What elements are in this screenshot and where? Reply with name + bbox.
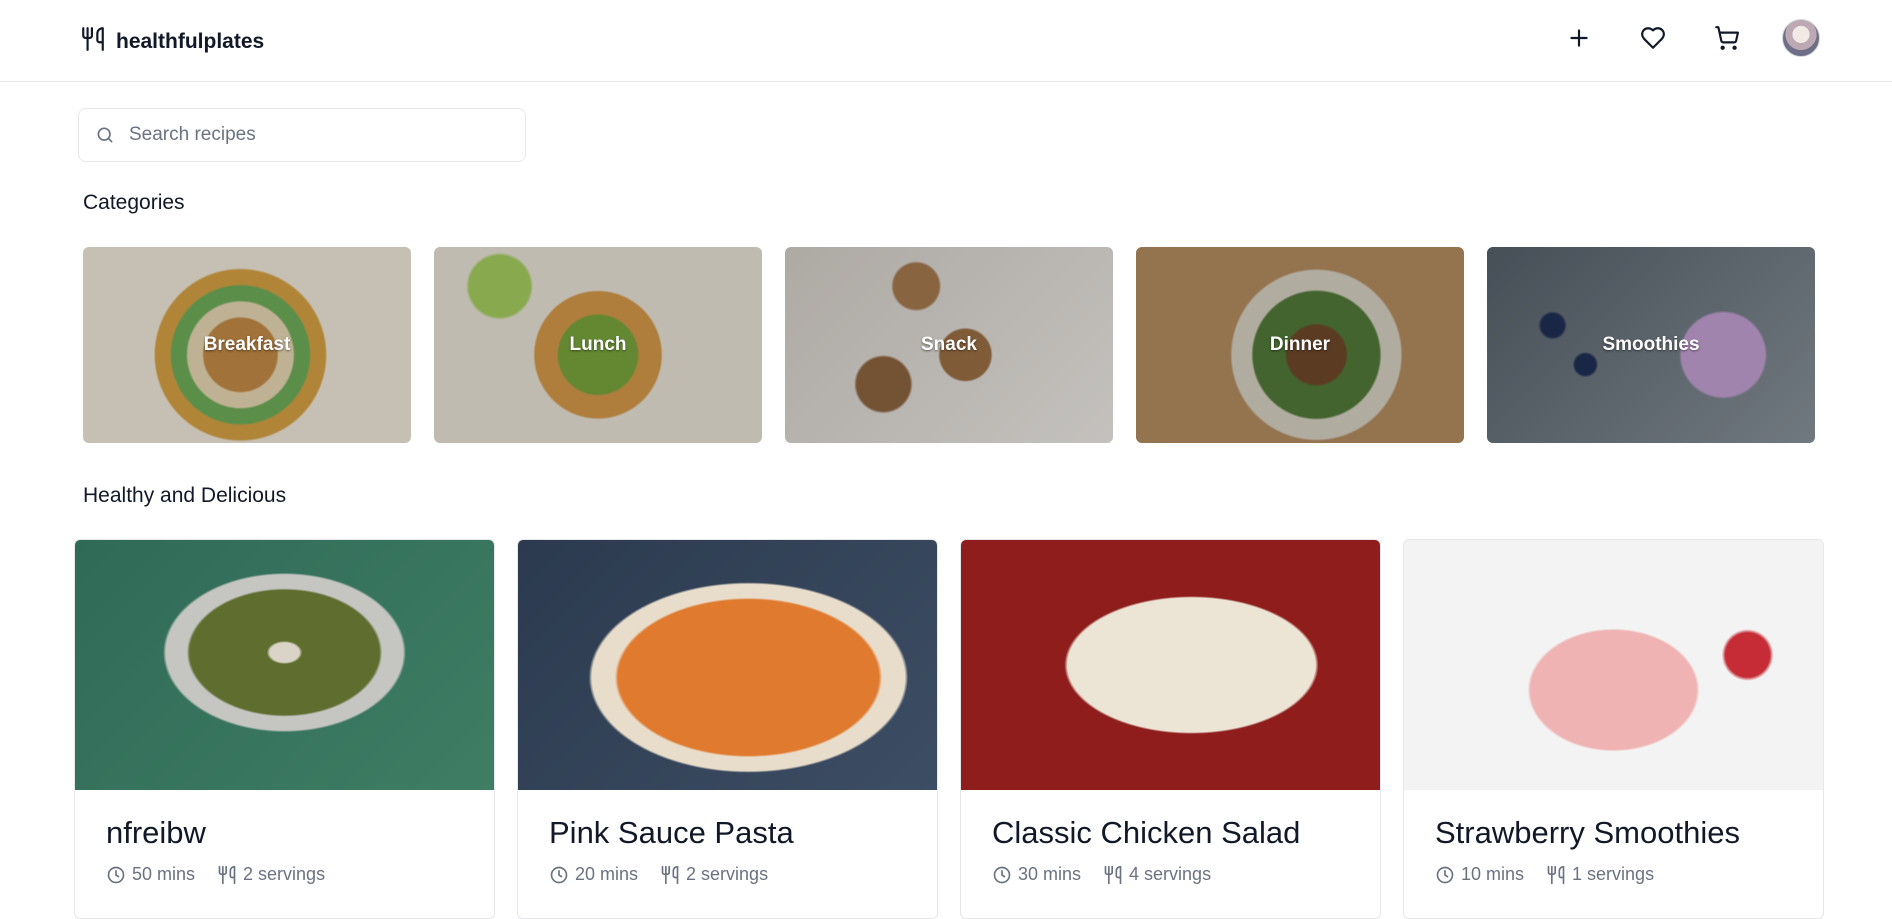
recipe-card[interactable]: nfreibw 50 mins 2 servings (74, 539, 495, 919)
recipe-title: Strawberry Smoothies (1435, 815, 1740, 850)
utensils-icon (1104, 865, 1122, 884)
recipe-time: 20 mins (575, 864, 639, 885)
recipe-servings: 2 servings (686, 864, 769, 885)
plus-icon (1570, 29, 1588, 47)
recipe-image (75, 540, 494, 790)
recipe-card[interactable]: Strawberry Smoothies 10 mins 1 servings (1403, 539, 1824, 919)
recipe-title: nfreibw (106, 815, 206, 850)
clock-icon (550, 866, 568, 883)
category-label: Breakfast (203, 334, 291, 355)
recipe-image (961, 540, 1380, 790)
cart-button[interactable] (1708, 19, 1746, 57)
recipe-servings: 2 servings (243, 864, 326, 885)
recipe-servings: 4 servings (1129, 864, 1212, 885)
recipe-title: Classic Chicken Salad (992, 815, 1301, 850)
clock-icon (993, 866, 1011, 883)
brand-name: healthfulplates (116, 29, 265, 53)
category-label: Snack (921, 334, 977, 355)
recipe-list: nfreibw 50 mins 2 servings Pink Sauce Pa… (74, 539, 1824, 919)
recipe-time: 10 mins (1461, 864, 1525, 885)
utensils-icon (1547, 865, 1565, 884)
categories-list: Breakfast Lunch Snack Dinner Smoothies (83, 247, 1815, 443)
heart-icon (1641, 27, 1665, 49)
category-label: Smoothies (1602, 334, 1700, 355)
recipe-servings: 1 servings (1572, 864, 1655, 885)
category-card-snack[interactable]: Snack (785, 247, 1113, 443)
recipe-time: 30 mins (1018, 864, 1082, 885)
clock-icon (1436, 866, 1454, 883)
brand-logo-link[interactable]: healthfulplates (80, 26, 264, 57)
search-box (78, 108, 526, 162)
category-card-lunch[interactable]: Lunch (434, 247, 762, 443)
add-recipe-button[interactable] (1560, 19, 1598, 57)
search-input[interactable] (129, 124, 489, 146)
utensils-icon (661, 865, 679, 884)
recipe-title: Pink Sauce Pasta (549, 815, 794, 850)
category-label: Lunch (569, 334, 627, 355)
category-label: Dinner (1269, 334, 1331, 355)
header-actions (1560, 19, 1820, 57)
top-navbar: healthfulplates (0, 0, 1892, 82)
category-card-breakfast[interactable]: Breakfast (83, 247, 411, 443)
cart-icon (1715, 26, 1740, 50)
category-card-smoothies[interactable]: Smoothies (1487, 247, 1815, 443)
favorites-button[interactable] (1634, 19, 1672, 57)
user-avatar[interactable] (1782, 19, 1820, 57)
recipe-card[interactable]: Pink Sauce Pasta 20 mins 2 servings (517, 539, 938, 919)
clock-icon (107, 866, 125, 883)
recipes-heading: Healthy and Delicious (83, 484, 287, 507)
recipe-image (1404, 540, 1823, 790)
category-card-dinner[interactable]: Dinner (1136, 247, 1464, 443)
recipe-card[interactable]: Classic Chicken Salad 30 mins 4 servings (960, 539, 1381, 919)
recipe-image (518, 540, 937, 790)
search-icon (97, 127, 113, 143)
recipe-time: 50 mins (132, 864, 196, 885)
utensils-icon (218, 865, 236, 884)
categories-heading: Categories (83, 191, 185, 214)
utensils-icon (80, 26, 106, 57)
